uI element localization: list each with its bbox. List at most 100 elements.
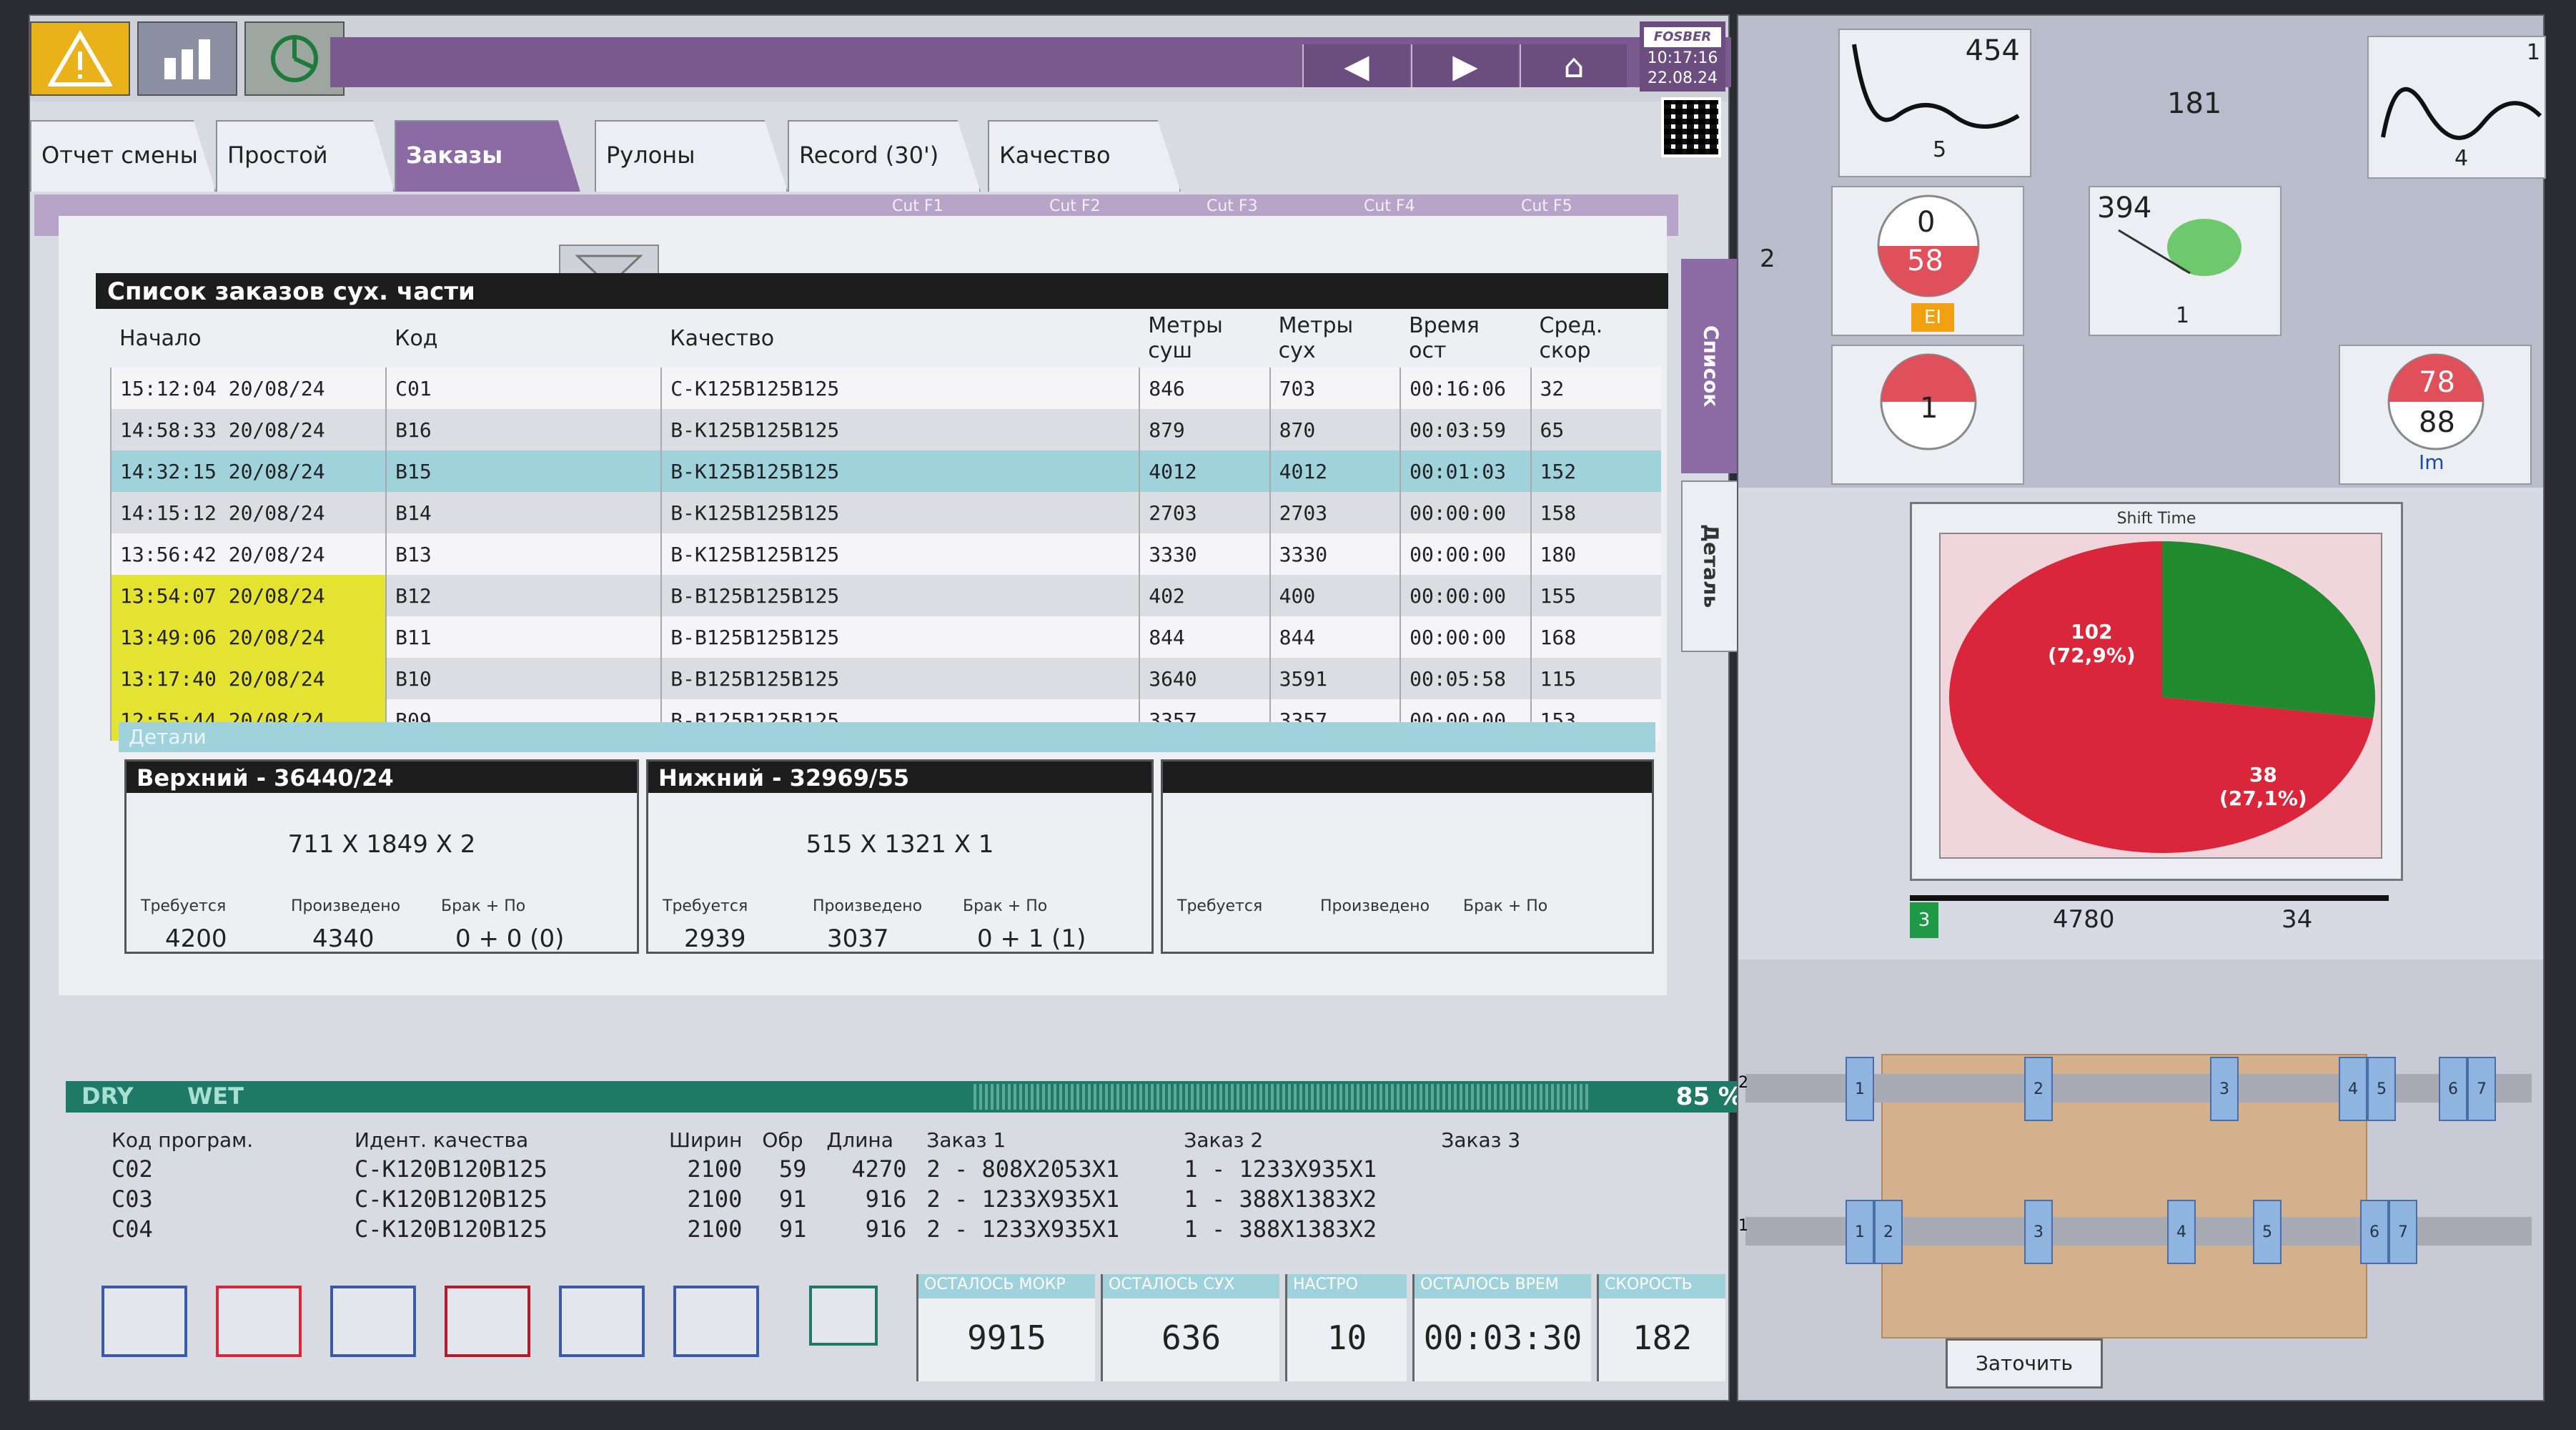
- knife-marker[interactable]: 7: [2389, 1200, 2417, 1264]
- knife-settings-icon[interactable]: [330, 1286, 416, 1357]
- knife-marker[interactable]: 1: [1846, 1057, 1874, 1121]
- wave-gauge-1[interactable]: 454 5: [1838, 29, 2031, 177]
- clock-time: 10:17:16: [1647, 49, 1718, 67]
- col-time-left[interactable]: Время ост: [1400, 309, 1530, 368]
- order-cell: B-K125B125B125: [660, 492, 1140, 533]
- stat-label: ОСТАЛОСЬ МОКР: [918, 1274, 1095, 1298]
- upper-dims: 711 X 1849 X 2: [287, 830, 476, 859]
- sharpen-button[interactable]: Заточить: [1946, 1338, 2103, 1389]
- order-cell: 3330: [1269, 533, 1401, 575]
- scrap-label: Брак + По: [441, 897, 526, 915]
- dry-label[interactable]: DRY: [81, 1083, 134, 1110]
- program-row[interactable]: C02 C-K120B120B125 2100 59 4270 2 - 808X2053X…: [101, 1154, 1645, 1184]
- program-row[interactable]: C04 C-K120B120B125 2100 91 916 2 - 1233X935X1…: [101, 1214, 1645, 1244]
- col-code[interactable]: Код: [386, 309, 661, 368]
- knife-marker[interactable]: 4: [2167, 1200, 2196, 1264]
- col-start[interactable]: Начало: [111, 309, 386, 368]
- knife-marker[interactable]: 6: [2439, 1057, 2467, 1121]
- log-view-icon[interactable]: [673, 1286, 759, 1357]
- gauge-red: 78: [2419, 366, 2455, 399]
- alarm-station-icon[interactable]: [216, 1286, 302, 1357]
- wave-gauge-2[interactable]: 1 4: [2367, 36, 2546, 179]
- gauge-value: 1: [1920, 392, 1938, 425]
- pie-chart-icon[interactable]: [244, 21, 345, 96]
- tab-downtime[interactable]: Простой: [216, 120, 395, 192]
- program-cell: C-K120B120B125: [355, 1216, 548, 1243]
- knife-marker[interactable]: 4: [2339, 1057, 2367, 1121]
- lower-dims: 515 X 1321 X 1: [806, 830, 994, 859]
- home-icon[interactable]: ⌂: [1520, 44, 1627, 87]
- knife-marker[interactable]: 7: [2467, 1057, 2496, 1121]
- col-order3: Заказ 3: [1441, 1128, 1521, 1152]
- col-order1: Заказ 1: [926, 1128, 1006, 1152]
- upper-produced: 4340: [312, 924, 375, 953]
- stacker-icon[interactable]: [445, 1286, 530, 1357]
- order-cell: 00:16:06: [1400, 368, 1531, 409]
- machine-view-icon[interactable]: [101, 1286, 187, 1357]
- gauges-area: 454 5 181 1 4 2 0 58 EI 394 1 1 78 88 Im: [1738, 16, 2546, 488]
- tab-rolls[interactable]: Рулоны: [595, 120, 788, 192]
- knife-marker[interactable]: 3: [2210, 1057, 2239, 1121]
- temp-gauge-2[interactable]: 1: [1831, 345, 2024, 485]
- order-cell: B-K125B125B125: [660, 533, 1140, 575]
- order-row[interactable]: 14:32:15 20/08/24 B15 B-K125B125B125 4012 40…: [109, 450, 1661, 492]
- knife-marker[interactable]: 2: [1874, 1200, 1903, 1264]
- program-cell: [1431, 1214, 1645, 1244]
- side-tab-detail[interactable]: Деталь: [1681, 480, 1741, 652]
- knife-marker[interactable]: 2: [2024, 1057, 2053, 1121]
- stat-setups: НАСТРО 10: [1285, 1274, 1407, 1381]
- side-tab-list[interactable]: Список: [1681, 259, 1741, 473]
- order-cell: 32: [1530, 368, 1661, 409]
- col-wet-meters[interactable]: Метры суш: [1139, 309, 1269, 368]
- order-cell: 13:49:06 20/08/24: [109, 616, 387, 658]
- knife-marker[interactable]: 5: [2253, 1200, 2282, 1264]
- knife-marker[interactable]: 5: [2367, 1057, 2396, 1121]
- tab-record[interactable]: Record (30'): [788, 120, 981, 192]
- order-cell: 00:05:58: [1400, 658, 1531, 699]
- list-view-icon[interactable]: [559, 1286, 645, 1357]
- knife-marker[interactable]: 6: [2360, 1200, 2389, 1264]
- knife-layout: 2 1 1234567 1234567 Заточить: [1738, 960, 2543, 1400]
- program-cell: 2 - 1233X935X1: [926, 1185, 1120, 1213]
- order-row[interactable]: 14:15:12 20/08/24 B14 B-K125B125B125 2703 27…: [109, 492, 1661, 533]
- stat-value: 182: [1632, 1318, 1693, 1357]
- order-row[interactable]: 15:12:04 20/08/24 C01 C-K125B125B125 846 703…: [109, 368, 1661, 409]
- program-cell: C04: [112, 1216, 153, 1243]
- nav-back-button[interactable]: ◀: [1302, 44, 1410, 87]
- knife-marker[interactable]: 1: [1846, 1200, 1874, 1264]
- gauge-sub: 1: [2176, 303, 2190, 328]
- tab-orders[interactable]: Заказы: [395, 120, 580, 192]
- program-cell: 1 - 388X1383X2: [1184, 1185, 1377, 1213]
- col-avg-speed[interactable]: Сред. скор: [1531, 309, 1661, 368]
- temp-gauge-im[interactable]: 78 88 Im: [2339, 345, 2532, 485]
- nav-forward-button[interactable]: ▶: [1411, 44, 1518, 87]
- col-quality[interactable]: Качество: [661, 309, 1139, 368]
- bar-chart-icon[interactable]: [137, 21, 237, 96]
- bubble-gauge[interactable]: 394 1: [2089, 186, 2282, 336]
- knife-marker[interactable]: 3: [2024, 1200, 2053, 1264]
- temp-gauge-ei[interactable]: 0 58 EI: [1831, 186, 2024, 336]
- wet-label[interactable]: WET: [187, 1083, 244, 1110]
- order-row[interactable]: 13:56:42 20/08/24 B13 B-K125B125B125 3330 33…: [109, 533, 1661, 575]
- program-cell: 91: [778, 1216, 807, 1243]
- warning-icon[interactable]: [30, 21, 130, 96]
- tab-quality[interactable]: Качество: [988, 120, 1181, 192]
- col-width: Ширин: [669, 1128, 743, 1152]
- program-cell: 2100: [687, 1216, 743, 1243]
- transfer-icon[interactable]: [809, 1286, 878, 1346]
- gauge-tag: EI: [1911, 303, 1954, 332]
- order-cell: 14:32:15 20/08/24: [109, 450, 387, 492]
- col-dry-meters[interactable]: Метры сух: [1270, 309, 1400, 368]
- order-row[interactable]: 13:54:07 20/08/24 B12 B-B125B125B125 402 400…: [109, 575, 1661, 616]
- tab-shift-report[interactable]: Отчет смены: [30, 120, 216, 192]
- order-cell: 13:56:42 20/08/24: [109, 533, 387, 575]
- order-row[interactable]: 14:58:33 20/08/24 B16 B-K125B125B125 879 870…: [109, 409, 1661, 450]
- order-cell: B-B125B125B125: [660, 575, 1140, 616]
- program-row[interactable]: C03 C-K120B120B125 2100 91 916 2 - 1233X935X1…: [101, 1184, 1645, 1214]
- order-row[interactable]: 13:49:06 20/08/24 B11 B-B125B125B125 844 844…: [109, 616, 1661, 658]
- stat-label: ОСТАЛОСЬ СУХ: [1103, 1274, 1279, 1298]
- program-cell: C-K120B120B125: [355, 1185, 548, 1213]
- order-row[interactable]: 13:17:40 20/08/24 B10 B-B125B125B125 3640 35…: [109, 658, 1661, 699]
- programs-table: Код програм. Идент. качества Ширин Обр Д…: [101, 1125, 1645, 1244]
- scrap-label: Брак + По: [963, 897, 1048, 915]
